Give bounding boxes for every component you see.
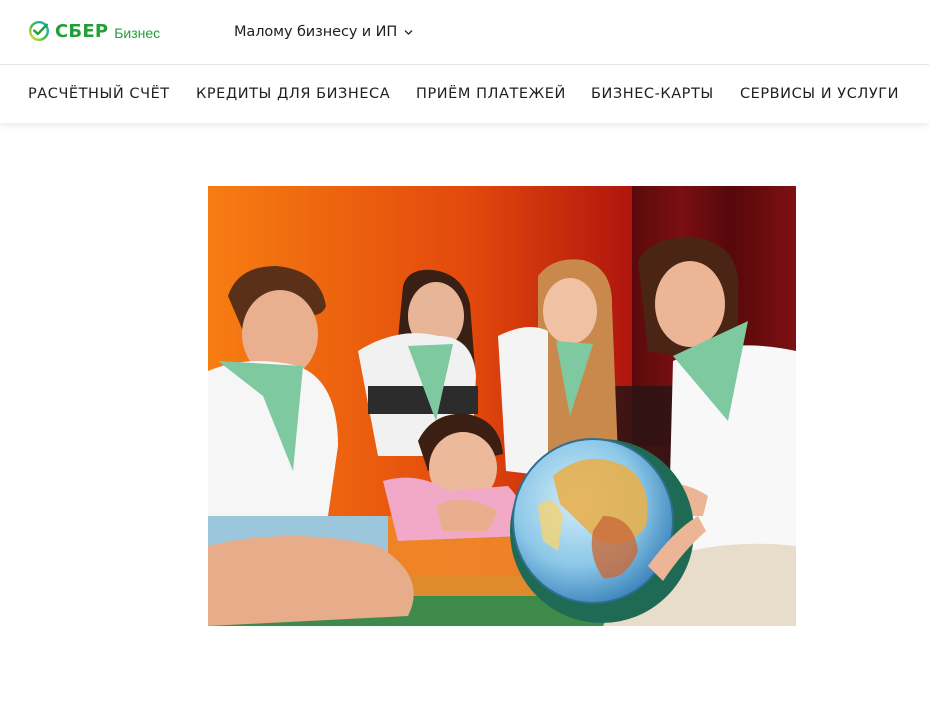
children-globe-photo [208,186,796,626]
chevron-down-icon [404,29,413,35]
nav-item-payments[interactable]: Приём платежей [416,86,566,102]
main-nav: Расчётный счёт Кредиты для бизнеса Приём… [0,66,929,123]
nav-item-credits[interactable]: Кредиты для бизнеса [196,86,390,102]
segment-selector[interactable]: Малому бизнесу и ИП [234,21,413,43]
logo-brand-text: СБЕР [55,20,109,42]
nav-item-services[interactable]: Сервисы и услуги [740,86,899,102]
hero-photo [208,186,796,626]
top-bar: СБЕР Бизнес Малому бизнесу и ИП [0,0,929,65]
sber-logo-icon [29,21,49,41]
sber-business-logo[interactable]: СБЕР Бизнес [28,18,160,44]
nav-item-account[interactable]: Расчётный счёт [28,86,170,102]
logo-product-text: Бизнес [114,25,161,41]
nav-item-cards[interactable]: Бизнес-карты [591,86,714,102]
segment-label: Малому бизнесу и ИП [234,24,398,40]
